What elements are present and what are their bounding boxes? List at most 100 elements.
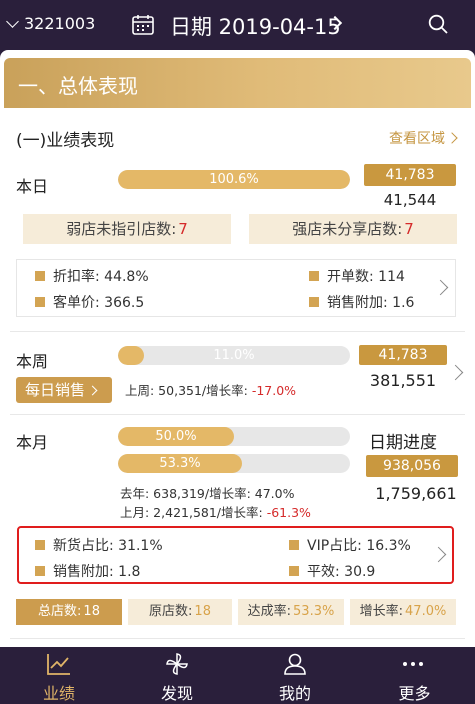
tab-more-label: 更多 [398,684,431,703]
month-progress-bar: 50.0% [118,427,350,446]
view-area-label: 查看区域 [389,131,445,147]
section-title: (一)业绩表现 [16,131,115,151]
last-month-text: 上月: 2,421,581/增长率: -61.3% [120,502,311,521]
tab-performance[interactable]: 业绩 [0,647,118,704]
week-target: 41,783 [359,345,447,365]
week-progress-text: 11.0% [213,348,255,363]
month-date-progress-bar: 53.3% [118,454,350,473]
daily-sales-button[interactable]: 每日销售 [16,377,112,403]
last-month-label: 上月: 2,421,581/增长率: [120,505,267,520]
achievement-rate-label: 达成率: [247,604,292,619]
vip-ratio: VIP占比: 16.3% [289,535,411,555]
top-header: 3221003 日期 2019-04-15 [0,0,475,50]
discount-rate-text: 折扣率: 44.8% [53,269,149,285]
original-stores-value: 18 [194,604,211,619]
divider [10,414,465,415]
store-id: 3221003 [24,14,96,33]
week-label: 本周 [16,352,49,371]
month-target: 938,056 [366,455,458,477]
tab-mine[interactable]: 我的 [236,647,354,704]
store-selector[interactable]: 3221003 [6,14,96,33]
bullet-square-icon [309,297,319,307]
sales-attach-text: 销售附加: 1.6 [327,295,415,311]
chevron-right-icon [432,279,449,296]
month-actual: 1,759,661 [375,484,457,503]
daily-sales-label: 每日销售 [25,381,86,399]
today-actual: 41,544 [383,191,437,209]
strong-stores-value: 7 [404,220,414,238]
vip-ratio-text: VIP占比: 16.3% [307,538,411,554]
pinwheel-icon [166,653,188,675]
today-target: 41,783 [364,164,456,186]
section-banner: 一、总体表现 [4,58,471,108]
tab-more[interactable]: 更多 [354,647,475,704]
weak-stores-box[interactable]: 弱店未指引店数: 7 [23,214,231,244]
original-stores-stat[interactable]: 原店数: 18 [128,599,232,625]
chevron-right-icon [87,385,98,395]
last-year-text: 去年: 638,319/增长率: 47.0% [120,486,295,501]
date-progress-label: 日期进度 [369,433,437,453]
month-sales-attach-text: 销售附加: 1.8 [53,564,141,580]
date-label[interactable]: 日期 2019-04-15 [170,11,341,41]
month-label: 本月 [16,433,49,452]
month-progress-text: 50.0% [155,429,197,444]
avg-price: 客单价: 366.5 [35,292,144,312]
main-card: 一、总体表现 (一)业绩表现 查看区域 本日 100.6% 41,783 41,… [0,50,475,647]
discount-rate: 折扣率: 44.8% [35,266,149,286]
growth-rate-value: 47.0% [405,604,447,619]
user-icon [284,653,306,675]
search-icon[interactable] [428,14,448,34]
bullet-square-icon [35,566,45,576]
week-progress-bar: 11.0% [118,346,350,365]
tab-mine-label: 我的 [278,684,311,703]
total-stores-label: 总店数: [38,604,82,619]
sales-attach: 销售附加: 1.6 [309,292,414,312]
divider [10,331,465,332]
bullet-square-icon [35,540,45,550]
month-sales-attach: 销售附加: 1.8 [35,561,140,581]
last-week-growth: -17.0% [251,383,297,398]
bullet-square-icon [35,297,45,307]
chevron-right-icon[interactable] [447,364,464,381]
weak-stores-label: 弱店未指引店数: [66,220,177,238]
achievement-rate-value: 53.3% [293,604,335,619]
total-stores-stat[interactable]: 总店数: 18 [16,599,122,625]
chevron-right-icon [446,132,458,144]
achievement-rate-stat[interactable]: 达成率: 53.3% [238,599,344,625]
growth-rate-stat[interactable]: 增长率: 47.0% [350,599,456,625]
bullet-square-icon [289,566,299,576]
tab-discover[interactable]: 发现 [118,647,236,704]
order-count-text: 开单数: 114 [327,269,405,285]
bullet-square-icon [35,271,45,281]
order-count: 开单数: 114 [309,266,405,286]
new-goods-ratio-text: 新货占比: 31.1% [53,538,163,554]
tab-performance-label: 业绩 [42,684,75,703]
today-progress-bar: 100.6% [118,170,350,189]
weak-stores-value: 7 [178,220,188,238]
chevron-right-icon [430,546,447,563]
more-dots-icon [403,662,423,666]
strong-stores-box[interactable]: 强店未分享店数: 7 [249,214,457,244]
strong-stores-label: 强店未分享店数: [292,220,403,238]
last-week-label: 上周: 50,351/增长率: [125,383,252,398]
growth-rate-label: 增长率: [359,604,404,619]
last-week-text: 上周: 50,351/增长率: -17.0% [125,380,296,399]
bullet-square-icon [309,271,319,281]
view-area-link[interactable]: 查看区域 [389,128,458,148]
bullet-square-icon [289,540,299,550]
avg-price-text: 客单价: 366.5 [53,295,145,311]
calendar-icon[interactable] [132,14,154,35]
original-stores-label: 原店数: [149,604,193,619]
total-stores-value: 18 [83,604,100,619]
new-goods-ratio: 新货占比: 31.1% [35,535,163,555]
today-metrics-panel[interactable]: 折扣率: 44.8% 开单数: 114 客单价: 366.5 销售附加: 1.6 [16,259,456,317]
month-date-progress-text: 53.3% [159,456,201,471]
week-actual: 381,551 [369,371,437,390]
last-month-growth: -61.3% [266,505,311,520]
chevron-down-icon [6,14,19,28]
divider [10,638,465,639]
today-progress-text: 100.6% [209,172,259,187]
month-metrics-panel[interactable]: 新货占比: 31.1% VIP占比: 16.3% 销售附加: 1.8 平效: 3… [17,526,454,584]
tab-discover-label: 发现 [160,684,193,703]
efficiency: 平效: 30.9 [289,561,375,581]
